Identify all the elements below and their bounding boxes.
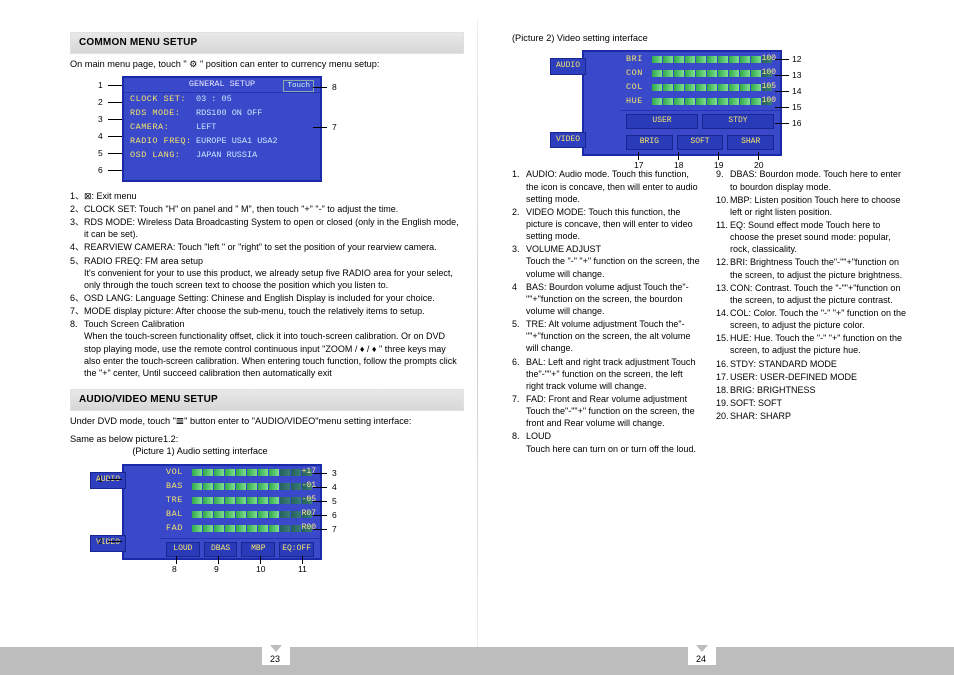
list-item: 20.SHAR: SHARP [716,410,906,422]
list-item: 4、REARVIEW CAMERA: Touch "left " or "rig… [70,241,464,253]
list-item: 8.LOUDTouch here can turn on or turn off… [512,430,702,454]
slider-row: BAS-01 [160,480,320,494]
list-item: 6、OSD LANG: Language Setting: Chinese an… [70,292,464,304]
list-item: 5、RADIO FREQ: FM area setupIt's convenie… [70,255,464,291]
page-number: 24 [688,645,716,665]
panel-button: SOFT [677,135,724,150]
tab-audio: AUDIO [550,58,586,75]
figure-video-setting: AUDIO VIDEO BRI100CON100COL105HUE100 USE… [582,50,842,156]
list-item: 13.CON: Contrast. Touch the "-""+"functi… [716,282,906,306]
list-item: 14.COL: Color. Touch the "-" "+" functio… [716,307,906,331]
slider-row: TRE-05 [160,494,320,508]
panel-button: STDY [702,114,774,129]
subtitle: Same as below picture1.2: [70,433,464,445]
list-item: 5.TRE: Alt volume adjustment Touch the"-… [512,318,702,354]
definition-list-left: 1.AUDIO: Audio mode. Touch this function… [512,168,702,455]
list-item: 4BAS: Bourdon volume adjust Touch the"-"… [512,281,702,317]
slider-row: CON100 [620,66,780,80]
slider-row: HUE100 [620,94,780,108]
setting-row: CLOCK SET:03 : 05 [124,93,320,107]
page-spread: COMMON MENU SETUP On main menu page, tou… [0,0,954,675]
slider-row: BRI100 [620,52,780,66]
setting-row: RDS MODE:RDS100 ON OFF [124,107,320,121]
slider-row: BALR07 [160,508,320,522]
list-item: 7.FAD: Front and Rear volume adjustment … [512,393,702,429]
figure-caption: (Picture 2) Video setting interface [512,32,906,44]
list-item: 1、⊠: Exit menu [70,190,464,202]
tab-video: VIDEO [550,132,586,149]
list-item: 3.VOLUME ADJUSTTouch the "-" "+" functio… [512,243,702,279]
list-item: 17.USER: USER-DEFINED MODE [716,371,906,383]
page-24: (Picture 2) Video setting interface AUDI… [488,32,906,651]
setting-row: OSD LANG:JAPAN RUSSIA [124,149,320,163]
definition-list-right: 9.DBAS: Bourdon mode. Touch here to ente… [716,168,906,455]
slider-row: FADR00 [160,522,320,536]
panel-button: USER [626,114,698,129]
panel-button: SHAR [727,135,774,150]
panel-button: DBAS [204,542,238,557]
list-item: 15.HUE: Hue. Touch the "-" "+" function … [716,332,906,356]
list-item: 3、RDS MODE: Wireless Data Broadcasting S… [70,216,464,240]
figure-general-setup: GENERAL SETUP Touch CLOCK SET:03 : 05RDS… [100,76,340,182]
list-item: 16.STDY: STANDARD MODE [716,358,906,370]
list-item: 7、MODE display picture: After choose the… [70,305,464,317]
section-header: AUDIO/VIDEO MENU SETUP [70,389,464,411]
section-header: COMMON MENU SETUP [70,32,464,54]
figure-audio-setting: AUDIO VIDEO VOL+17BAS-01TRE-05BALR07FADR… [100,464,360,560]
list-item: 2.VIDEO MODE: Touch this function, the p… [512,206,702,242]
list-item: 9.DBAS: Bourdon mode. Touch here to ente… [716,168,906,192]
tab-video: VIDEO [90,535,126,552]
list-item: 18.BRIG: BRIGHTNESS [716,384,906,396]
list-item: 11.EQ: Sound effect mode Touch here to c… [716,219,906,255]
setting-row: CAMERA:LEFT [124,121,320,135]
page-23: COMMON MENU SETUP On main menu page, tou… [70,32,488,651]
list-item: 10.MBP: Listen position Touch here to ch… [716,194,906,218]
section-intro: Under DVD mode, touch "𝌆" button enter t… [70,415,464,427]
section-intro: On main menu page, touch " ⚙ " position … [70,58,464,70]
figure-caption: (Picture 1) Audio setting interface [100,445,300,457]
definition-list: 1、⊠: Exit menu2、CLOCK SET: Touch "H" on … [70,190,464,379]
page-divider [477,18,478,657]
touch-badge: Touch [283,80,314,92]
list-item: 6.BAL: Left and right track adjustment T… [512,356,702,392]
slider-row: VOL+17 [160,466,320,480]
tab-audio: AUDIO [90,472,126,489]
footer-bar [0,647,954,675]
panel-button: MBP [241,542,275,557]
panel-button: BRIG [626,135,673,150]
panel-title: GENERAL SETUP [189,79,255,90]
list-item: 2、CLOCK SET: Touch "H" on panel and " M"… [70,203,464,215]
setting-row: RADIO FREQ:EUROPE USA1 USA2 [124,135,320,149]
page-number: 23 [262,645,290,665]
list-item: 12.BRI: Brightness Touch the"-""+"functi… [716,256,906,280]
list-item: 8.Touch Screen CalibrationWhen the touch… [70,318,464,379]
list-item: 19.SOFT: SOFT [716,397,906,409]
list-item: 1.AUDIO: Audio mode. Touch this function… [512,168,702,204]
panel-button: LOUD [166,542,200,557]
slider-row: COL105 [620,80,780,94]
panel-button: EQ:OFF [279,542,314,557]
